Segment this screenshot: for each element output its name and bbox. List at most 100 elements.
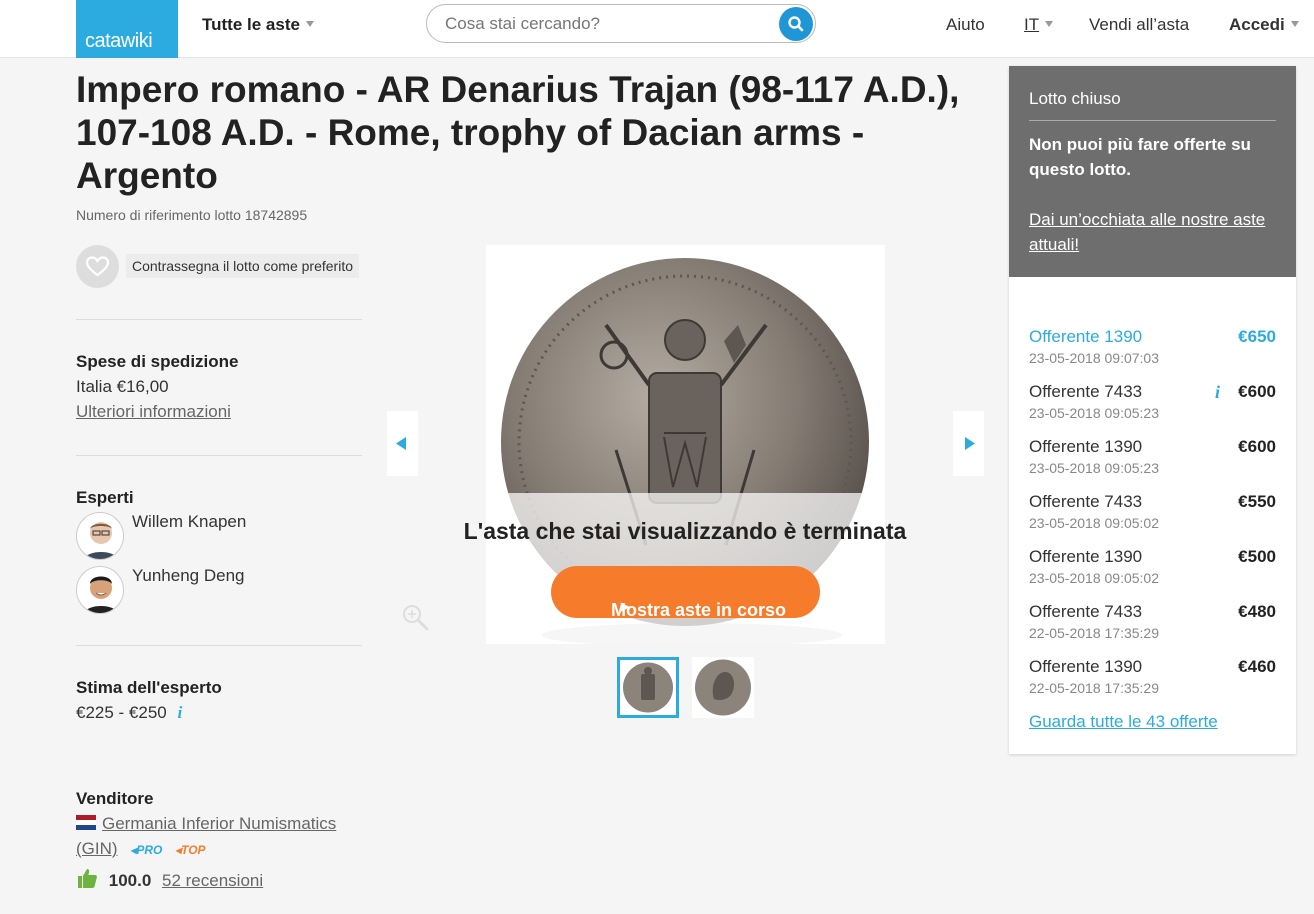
bid-date: 23-05-2018 09:05:02 <box>1029 515 1159 531</box>
bid-amount: €500 <box>1238 547 1276 566</box>
lot-reference-number: Numero di riferimento lotto 18742895 <box>76 207 308 223</box>
chevron-down-icon <box>305 21 314 27</box>
divider <box>76 645 362 646</box>
bid-row: Offerente 7433 23-05-2018 09:05:02 €550 <box>1029 492 1276 542</box>
bid-date: 23-05-2018 09:07:03 <box>1029 350 1159 366</box>
experts-heading: Esperti <box>76 488 134 507</box>
top-navigation-bar: catawiki Tutte le aste Aiuto IT Vendi al… <box>0 0 1314 58</box>
bidder-name: Offerente 7433 <box>1029 492 1143 511</box>
seller-badges-row: (GIN) ◂PRO ◂TOP <box>76 839 206 859</box>
top-badge-label: TOP <box>181 843 206 857</box>
lot-title: Impero romano - AR Denarius Trajan (98-1… <box>76 69 960 196</box>
login-label: Accedi <box>1229 15 1285 34</box>
view-all-bids-link[interactable]: Guarda tutte le 43 offerte <box>1029 712 1218 732</box>
favorite-label: Contrassegna il lotto come preferito <box>126 254 359 278</box>
help-link[interactable]: Aiuto <box>946 15 985 35</box>
search-bar <box>426 4 816 43</box>
bidder-name: Offerente 7433 <box>1029 382 1143 401</box>
bidding-panel: Lotto chiuso Non puoi più fare offerte s… <box>1009 66 1296 754</box>
login-menu[interactable]: Accedi <box>1229 15 1299 35</box>
lot-closed-status: Lotto chiuso <box>1029 89 1121 108</box>
gallery-next-button[interactable] <box>953 411 984 476</box>
bidder-name: Offerente 1390 <box>1029 437 1143 456</box>
bid-row: Offerente 7433 22-05-2018 17:35:29 €480 <box>1029 602 1276 652</box>
bid-row: Offerente 1390 23-05-2018 09:05:02 €500 <box>1029 547 1276 597</box>
seller-code-link[interactable]: (GIN) <box>76 839 118 858</box>
sell-link[interactable]: Vendi all’asta <box>1089 15 1189 35</box>
auction-ended-message: L'asta che stai visualizzando è terminat… <box>463 518 907 544</box>
bid-row: Offerente 1390 23-05-2018 09:07:03 €650 <box>1029 327 1276 377</box>
expert-name: Yunheng Deng <box>132 566 245 585</box>
avatar <box>76 566 124 614</box>
pro-badge: ◂PRO <box>130 843 163 857</box>
lot-closed-box: Lotto chiuso Non puoi più fare offerte s… <box>1009 66 1296 277</box>
thumbnail-obverse[interactable] <box>692 657 754 718</box>
bid-amount: €480 <box>1238 602 1276 621</box>
netherlands-flag-icon <box>76 815 96 830</box>
bid-amount: €460 <box>1238 657 1276 676</box>
divider <box>76 319 362 320</box>
favorite-button[interactable] <box>76 245 119 288</box>
gallery-prev-button[interactable] <box>387 411 418 476</box>
expert-name: Willem Knapen <box>132 512 247 531</box>
heart-icon <box>85 256 110 277</box>
bidder-name: Offerente 7433 <box>1029 602 1143 621</box>
show-live-auctions-button[interactable]: Mostra aste in corso ▶ <box>551 566 820 620</box>
zoom-icon <box>403 605 429 631</box>
current-auctions-link[interactable]: Dai un’occhiata alle nostre aste attuali… <box>1029 207 1279 257</box>
bid-row: Offerente 1390 22-05-2018 17:35:29 €460 <box>1029 657 1276 707</box>
seller-heading: Venditore <box>76 789 154 808</box>
top-badge: ◂TOP <box>175 843 206 857</box>
thumbnail-reverse[interactable] <box>617 657 679 718</box>
seller-name-link[interactable]: Germania Inferior Numismatics <box>102 814 336 833</box>
estimate-value: €225 - €250 <box>76 703 167 722</box>
language-label: IT <box>1024 15 1040 34</box>
search-button[interactable] <box>779 7 813 41</box>
arrow-left-icon <box>396 437 406 450</box>
language-selector[interactable]: IT <box>1024 15 1054 35</box>
seller-score: 100.0 <box>108 871 152 890</box>
shipping-cost: Italia €16,00 <box>76 377 169 396</box>
logo-text: catawiki <box>85 30 153 52</box>
cta-text: Mostra aste in corso <box>611 600 787 620</box>
divider <box>76 455 362 456</box>
bid-date: 23-05-2018 09:05:23 <box>1029 460 1159 476</box>
all-auctions-menu[interactable]: Tutte le aste <box>202 15 314 35</box>
bid-date: 22-05-2018 17:35:29 <box>1029 680 1159 696</box>
info-icon[interactable]: i <box>1215 382 1220 403</box>
bid-date: 23-05-2018 09:05:02 <box>1029 570 1159 586</box>
zoom-button[interactable] <box>401 603 429 636</box>
shipping-more-info-link[interactable]: Ulteriori informazioni <box>76 402 231 422</box>
seller-reviews-link[interactable]: 52 recensioni <box>162 871 263 890</box>
coin-thumbnail <box>623 662 673 713</box>
estimate-heading: Stima dell'esperto <box>76 678 222 697</box>
seller-rating-row: 100.0 52 recensioni <box>76 867 263 891</box>
bid-amount: €600 <box>1238 437 1276 456</box>
seller-name-row: Germania Inferior Numismatics <box>76 814 336 834</box>
bid-date: 22-05-2018 17:35:29 <box>1029 625 1159 641</box>
search-icon <box>788 16 804 32</box>
bid-row: Offerente 1390 23-05-2018 09:05:23 €600 <box>1029 437 1276 487</box>
bidder-name: Offerente 1390 <box>1029 327 1143 346</box>
bid-date: 23-05-2018 09:05:23 <box>1029 405 1159 421</box>
info-icon[interactable]: i <box>177 703 182 722</box>
bidder-name: Offerente 1390 <box>1029 547 1143 566</box>
divider <box>1029 120 1276 121</box>
coin-thumbnail <box>695 659 751 716</box>
chevron-down-icon <box>1045 21 1054 27</box>
avatar <box>76 512 124 560</box>
all-auctions-label: Tutte le aste <box>202 15 300 34</box>
thumbs-up-icon <box>78 869 97 888</box>
arrow-right-icon <box>965 437 975 450</box>
search-input[interactable] <box>445 13 765 35</box>
chevron-down-icon <box>1290 21 1299 27</box>
play-arrow-icon: ▶ <box>621 601 630 613</box>
bid-amount: €550 <box>1238 492 1276 511</box>
catawiki-logo[interactable]: catawiki <box>76 0 178 58</box>
bid-amount: €650 <box>1238 327 1276 346</box>
estimate-row: €225 - €250 i <box>76 703 182 723</box>
pro-badge-label: PRO <box>136 843 163 857</box>
bid-amount: €600 <box>1238 382 1276 401</box>
lot-closed-message: Non puoi più fare offerte su questo lott… <box>1029 135 1251 179</box>
bidder-name: Offerente 1390 <box>1029 657 1143 676</box>
